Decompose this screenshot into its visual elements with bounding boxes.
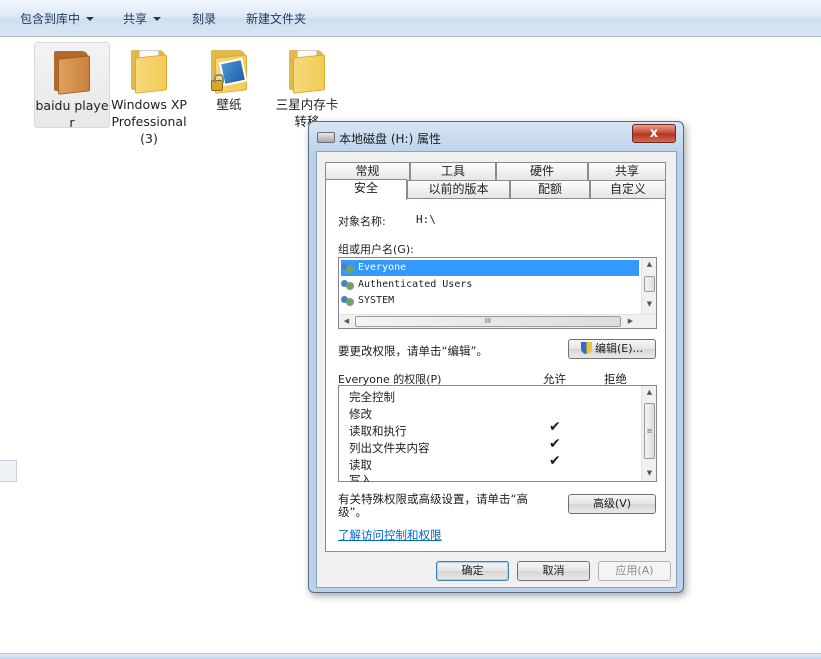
permission-read: 读取 <box>349 458 372 472</box>
scroll-thumb[interactable] <box>644 276 655 292</box>
folder-label: Windows XP Professional (3) <box>111 97 187 146</box>
permission-modify: 修改 <box>349 407 372 421</box>
users-horizontal-scrollbar[interactable]: ◀ III ▶ <box>339 314 656 328</box>
folder-yellow-icon <box>287 46 327 94</box>
permissions-vertical-scrollbar[interactable]: ▲ ≡ ▼ <box>641 386 656 481</box>
tab-previous-versions[interactable]: 以前的版本 <box>407 180 510 198</box>
users-vertical-scrollbar[interactable]: ▲ ▼ <box>641 258 656 314</box>
tab-general[interactable]: 常规 <box>325 162 410 180</box>
check-icon: ✔ <box>549 436 561 452</box>
scroll-up-icon[interactable]: ▲ <box>642 260 657 268</box>
permission-write: 写入 <box>349 473 372 482</box>
folder-item-wallpaper[interactable]: 壁纸 <box>191 42 267 113</box>
advanced-button[interactable]: 高级(V) <box>568 494 656 514</box>
drive-icon <box>317 132 335 143</box>
folder-item-baidu-player[interactable]: baidu player <box>34 42 110 130</box>
users-icon <box>341 261 355 274</box>
new-folder-label: 新建文件夹 <box>246 12 307 26</box>
burn-label: 刻录 <box>192 12 217 26</box>
tab-sharing[interactable]: 共享 <box>588 162 666 180</box>
navigation-pane-edge[interactable] <box>0 460 17 482</box>
tab-hardware[interactable]: 硬件 <box>496 162 588 180</box>
user-name: Everyone <box>358 262 407 273</box>
folder-orange-icon <box>52 47 92 95</box>
dialog-body: 常规 工具 硬件 共享 安全 以前的版本 配额 自定义 对象名称: H:\ 组或… <box>316 151 677 588</box>
folder-label: baidu player <box>35 98 109 130</box>
close-button[interactable]: x <box>632 124 676 143</box>
dialog-title: 本地磁盘 (H:) 属性 <box>339 132 442 146</box>
scroll-up-icon[interactable]: ▲ <box>642 388 657 396</box>
list-item-everyone[interactable]: Everyone <box>341 260 639 276</box>
apply-button[interactable]: 应用(A) <box>598 561 671 581</box>
edit-button-label: 编辑(E)... <box>594 342 644 355</box>
ok-button[interactable]: 确定 <box>436 561 509 581</box>
include-in-library-button[interactable]: 包含到库中 <box>20 10 95 27</box>
check-icon: ✔ <box>549 419 561 435</box>
permission-full-control: 完全控制 <box>349 390 395 404</box>
chevron-down-icon <box>86 16 95 21</box>
share-label: 共享 <box>123 12 148 26</box>
learn-access-control-link[interactable]: 了解访问控制和权限 <box>338 527 442 543</box>
scroll-down-icon[interactable]: ▼ <box>642 300 657 308</box>
object-name-label: 对象名称: <box>338 215 386 228</box>
users-icon <box>341 294 355 307</box>
check-icon: ✔ <box>549 453 561 469</box>
permissions-listbox: 完全控制 修改 读取和执行 ✔ 列出文件夹内容 ✔ 读取 ✔ 写入 ▲ ≡ ▼ <box>338 385 657 482</box>
tab-quota[interactable]: 配额 <box>510 180 590 198</box>
advanced-hint: 有关特殊权限或高级设置，请单击“高 级”。 <box>338 493 528 519</box>
command-bar: 包含到库中 共享 刻录 新建文件夹 <box>0 0 821 37</box>
permission-list-folder: 列出文件夹内容 <box>349 441 430 455</box>
user-name: SYSTEM <box>358 295 395 306</box>
tab-tools[interactable]: 工具 <box>410 162 496 180</box>
groups-label: 组或用户名(G): <box>338 243 414 256</box>
uac-shield-icon <box>580 342 592 354</box>
users-listbox[interactable]: Everyone Authenticated Users SYSTEM ▲ ▼ … <box>338 257 657 329</box>
object-name-value: H:\ <box>416 213 436 226</box>
chevron-down-icon <box>153 16 162 21</box>
properties-dialog: 本地磁盘 (H:) 属性 x 常规 工具 硬件 共享 安全 以前的版本 配额 自… <box>308 121 684 593</box>
share-button[interactable]: 共享 <box>123 10 162 27</box>
list-item-authenticated-users[interactable]: Authenticated Users <box>341 277 472 293</box>
folder-yellow-icon <box>129 46 169 94</box>
scroll-right-icon[interactable]: ▶ <box>623 317 638 325</box>
list-item-system[interactable]: SYSTEM <box>341 293 394 309</box>
scroll-thumb[interactable]: III <box>355 316 621 327</box>
details-pane-edge <box>0 653 821 659</box>
folder-item-windows-xp[interactable]: Windows XP Professional (3) <box>111 42 187 147</box>
change-permissions-hint: 要更改权限，请单击“编辑”。 <box>338 344 488 358</box>
tab-security[interactable]: 安全 <box>325 179 407 200</box>
lock-icon <box>211 74 224 91</box>
folder-locked-icon <box>209 46 249 94</box>
security-panel: 对象名称: H:\ 组或用户名(G): Everyone Authenticat… <box>325 198 666 552</box>
users-icon <box>341 278 355 291</box>
new-folder-button[interactable]: 新建文件夹 <box>246 10 306 27</box>
folder-label: 壁纸 <box>216 97 242 112</box>
scroll-thumb[interactable]: ≡ <box>644 403 655 459</box>
folder-item-samsung-card[interactable]: 三星内存卡转移 <box>271 42 343 130</box>
cancel-button[interactable]: 取消 <box>517 561 590 581</box>
include-in-library-label: 包含到库中 <box>20 12 81 26</box>
tab-customize[interactable]: 自定义 <box>590 180 666 198</box>
edit-button[interactable]: 编辑(E)... <box>568 339 656 359</box>
burn-button[interactable]: 刻录 <box>192 10 216 27</box>
scroll-left-icon[interactable]: ◀ <box>339 317 354 325</box>
user-name: Authenticated Users <box>358 279 473 290</box>
permission-read-execute: 读取和执行 <box>349 424 407 438</box>
scroll-down-icon[interactable]: ▼ <box>642 469 657 477</box>
dialog-titlebar[interactable]: 本地磁盘 (H:) 属性 x <box>309 122 683 152</box>
advanced-hint-line: 级”。 <box>338 505 367 519</box>
